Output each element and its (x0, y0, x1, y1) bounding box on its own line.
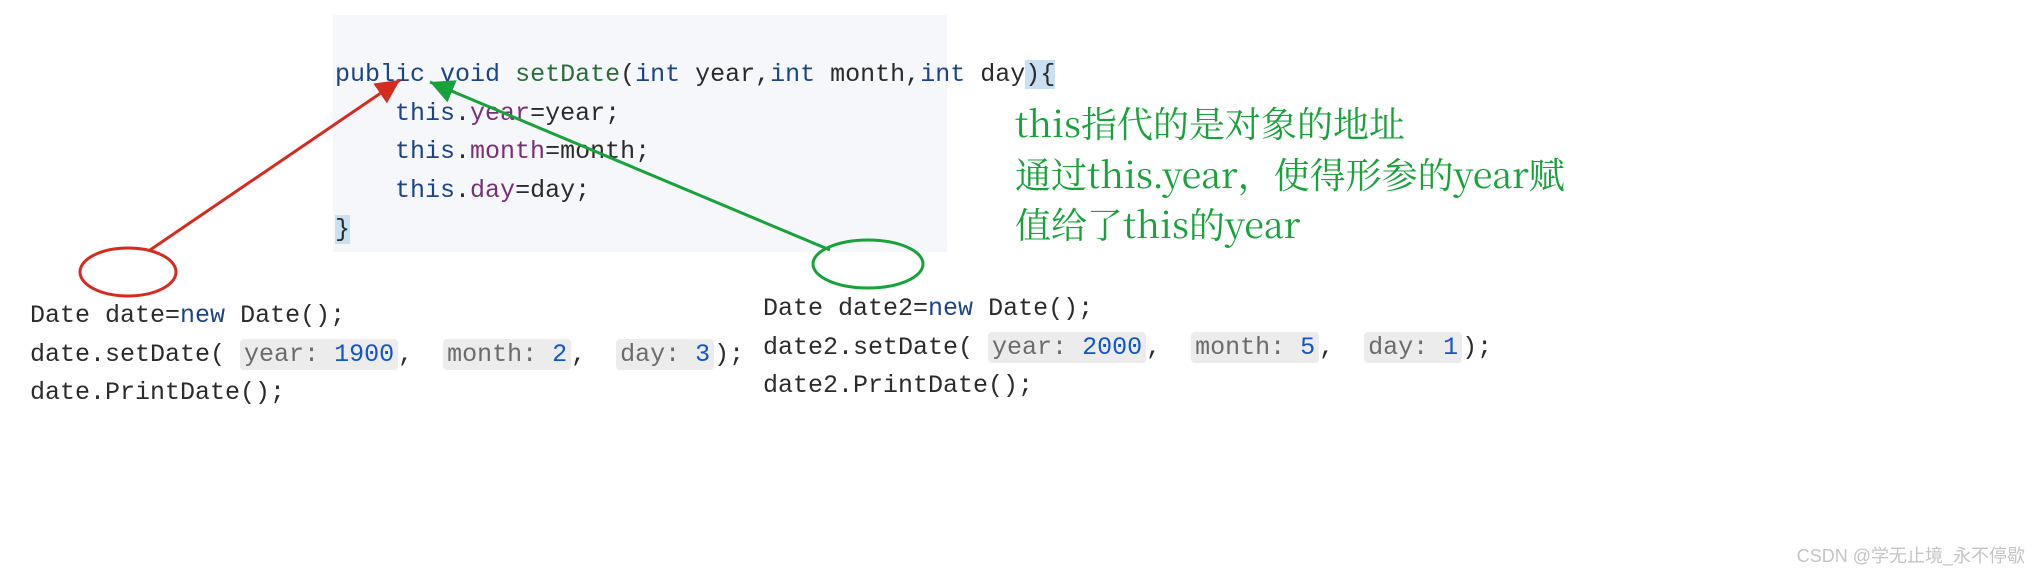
param-year: year, (680, 60, 770, 89)
watermark-text: CSDN @学无止境_永不停歇 (1797, 542, 2025, 568)
left-l3: date.PrintDate(); (30, 378, 285, 407)
right-l1-eq: = (913, 294, 928, 323)
right-l2-call: date2.setDate( (763, 333, 988, 362)
right-l1-type: Date (763, 294, 838, 323)
annotation-line-3: 值给了this的year (1015, 198, 1300, 249)
hint-day-lbl-left: day: (620, 340, 680, 369)
hint-month-val-left: 2 (537, 340, 567, 369)
left-l1-type: Date (30, 301, 105, 330)
assign-day: =day; (515, 176, 590, 205)
left-l2-end: ); (714, 340, 744, 369)
right-l1-var: date2 (838, 294, 913, 323)
kw-void: void (440, 60, 500, 89)
kw-this-2: this (395, 137, 455, 166)
hint-year-val-left: 1900 (319, 340, 394, 369)
assign-year: =year; (530, 99, 620, 128)
hint-month-right: month: 5 (1191, 332, 1319, 363)
hint-day-val-left: 3 (680, 340, 710, 369)
right-l3: date2.PrintDate(); (763, 371, 1033, 400)
kw-int-1: int (635, 60, 680, 89)
annotation-line-1: this指代的是对象的地址 (1015, 97, 1405, 148)
hint-month-lbl-right: month: (1195, 333, 1285, 362)
kw-new-right: new (928, 294, 973, 323)
code-block-setdate: public void setDate(int year,int month,i… (333, 15, 947, 252)
left-l1-var: date (105, 301, 165, 330)
dot-1: . (455, 99, 470, 128)
kw-this-3: this (395, 176, 455, 205)
hint-year-left: year: 1900 (240, 339, 398, 370)
right-comma1: , (1146, 333, 1191, 362)
paren-open: ( (620, 60, 635, 89)
left-l1-eq: = (165, 301, 180, 330)
hint-month-left: month: 2 (443, 339, 571, 370)
right-l2-end: ); (1462, 333, 1492, 362)
method-name: setDate (515, 60, 620, 89)
hint-day-val-right: 1 (1428, 333, 1458, 362)
brace-close: } (335, 215, 350, 244)
hint-year-right: year: 2000 (988, 332, 1146, 363)
kw-int-2: int (770, 60, 815, 89)
field-day: day (470, 176, 515, 205)
kw-public: public (335, 60, 425, 89)
hint-day-lbl-right: day: (1368, 333, 1428, 362)
hint-year-val-right: 2000 (1067, 333, 1142, 362)
kw-this-1: this (395, 99, 455, 128)
code-snippet-left: Date date=new Date(); date.setDate( year… (30, 258, 744, 413)
hint-year-lbl-left: year: (244, 340, 319, 369)
code-snippet-right: Date date2=new Date(); date2.setDate( ye… (763, 251, 1492, 406)
left-l1-rest: Date(); (225, 301, 345, 330)
kw-new-left: new (180, 301, 225, 330)
field-year: year (470, 99, 530, 128)
left-comma2: , (571, 340, 616, 369)
hint-year-lbl-right: year: (992, 333, 1067, 362)
kw-int-3: int (920, 60, 965, 89)
hint-month-lbl-left: month: (447, 340, 537, 369)
annotation-line-2: 通过this.year，使得形参的year赋 (1015, 148, 1565, 199)
right-l1-rest: Date(); (973, 294, 1093, 323)
annotation-text: this指代的是对象的地址 通过this.year，使得形参的year赋 值给了… (1015, 48, 1565, 250)
dot-2: . (455, 137, 470, 166)
param-month: month, (815, 60, 920, 89)
left-comma1: , (398, 340, 443, 369)
dot-3: . (455, 176, 470, 205)
assign-month: =month; (545, 137, 650, 166)
field-month: month (470, 137, 545, 166)
left-l2-call: date.setDate( (30, 340, 240, 369)
hint-month-val-right: 5 (1285, 333, 1315, 362)
hint-day-right: day: 1 (1364, 332, 1462, 363)
right-comma2: , (1319, 333, 1364, 362)
hint-day-left: day: 3 (616, 339, 714, 370)
